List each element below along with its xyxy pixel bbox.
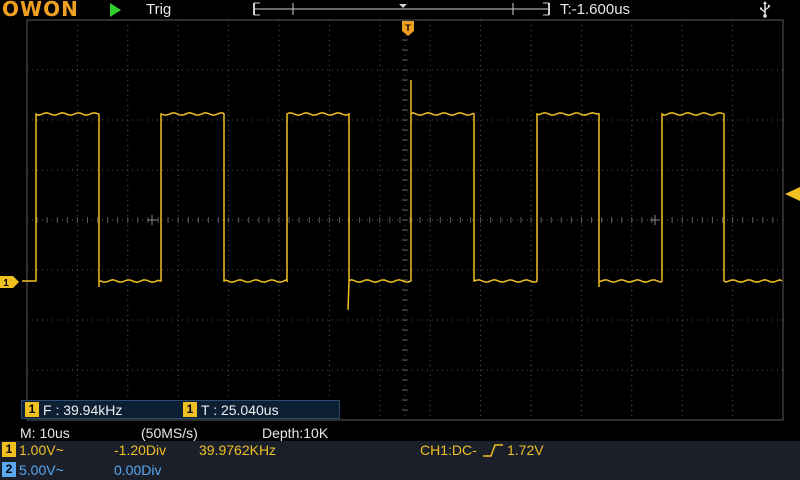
frequency-measurement: 1 F : 39.94kHz — [25, 402, 122, 418]
frequency-value: F : 39.94kHz — [43, 402, 123, 418]
trigger-time-marker[interactable]: T — [402, 21, 414, 36]
ch1-badge: 1 — [25, 402, 39, 417]
sample-rate-label: (50MS/s) — [141, 425, 198, 441]
ch1-waveform — [22, 80, 783, 311]
grid — [26, 19, 784, 421]
svg-text:1: 1 — [3, 278, 9, 289]
ch1-frequency: 39.9762KHz — [199, 442, 277, 458]
measurement-panel: 1 F : 39.94kHz 1 T : 25.040us — [21, 400, 340, 419]
trigger-level: 1.72V — [507, 442, 544, 458]
ch1-badge: 1 — [2, 442, 16, 457]
ch2-badge: 2 — [2, 462, 16, 477]
rising-edge-icon — [483, 444, 503, 457]
trigger-source-coupling: CH1:DC- — [420, 442, 477, 458]
ch2-info-row[interactable]: 2 5.00V~ 0.00Div — [0, 461, 800, 480]
ch1-offset: -1.20Div — [114, 442, 167, 458]
period-measurement: 1 T : 25.040us — [183, 402, 279, 418]
period-value: T : 25.040us — [201, 402, 279, 418]
ch2-offset: 0.00Div — [114, 462, 162, 478]
ch2-volts-per-div: 5.00V~ — [19, 462, 64, 478]
ch1-position-marker[interactable]: 1 — [0, 276, 19, 289]
acquisition-status-row: M: 10us (50MS/s) Depth:10K — [0, 424, 800, 442]
timebase-label[interactable]: M: 10us — [20, 425, 70, 441]
record-depth-label[interactable]: Depth:10K — [262, 425, 328, 441]
ch1-info-row[interactable]: 1 1.00V~ -1.20Div 39.9762KHz CH1:DC- 1.7… — [0, 441, 800, 460]
ch1-badge: 1 — [183, 402, 197, 417]
trigger-level-marker[interactable] — [785, 187, 800, 201]
ch1-volts-per-div: 1.00V~ — [19, 442, 64, 458]
channel-info-panel: 1 1.00V~ -1.20Div 39.9762KHz CH1:DC- 1.7… — [0, 441, 800, 480]
svg-text:T: T — [405, 23, 411, 33]
